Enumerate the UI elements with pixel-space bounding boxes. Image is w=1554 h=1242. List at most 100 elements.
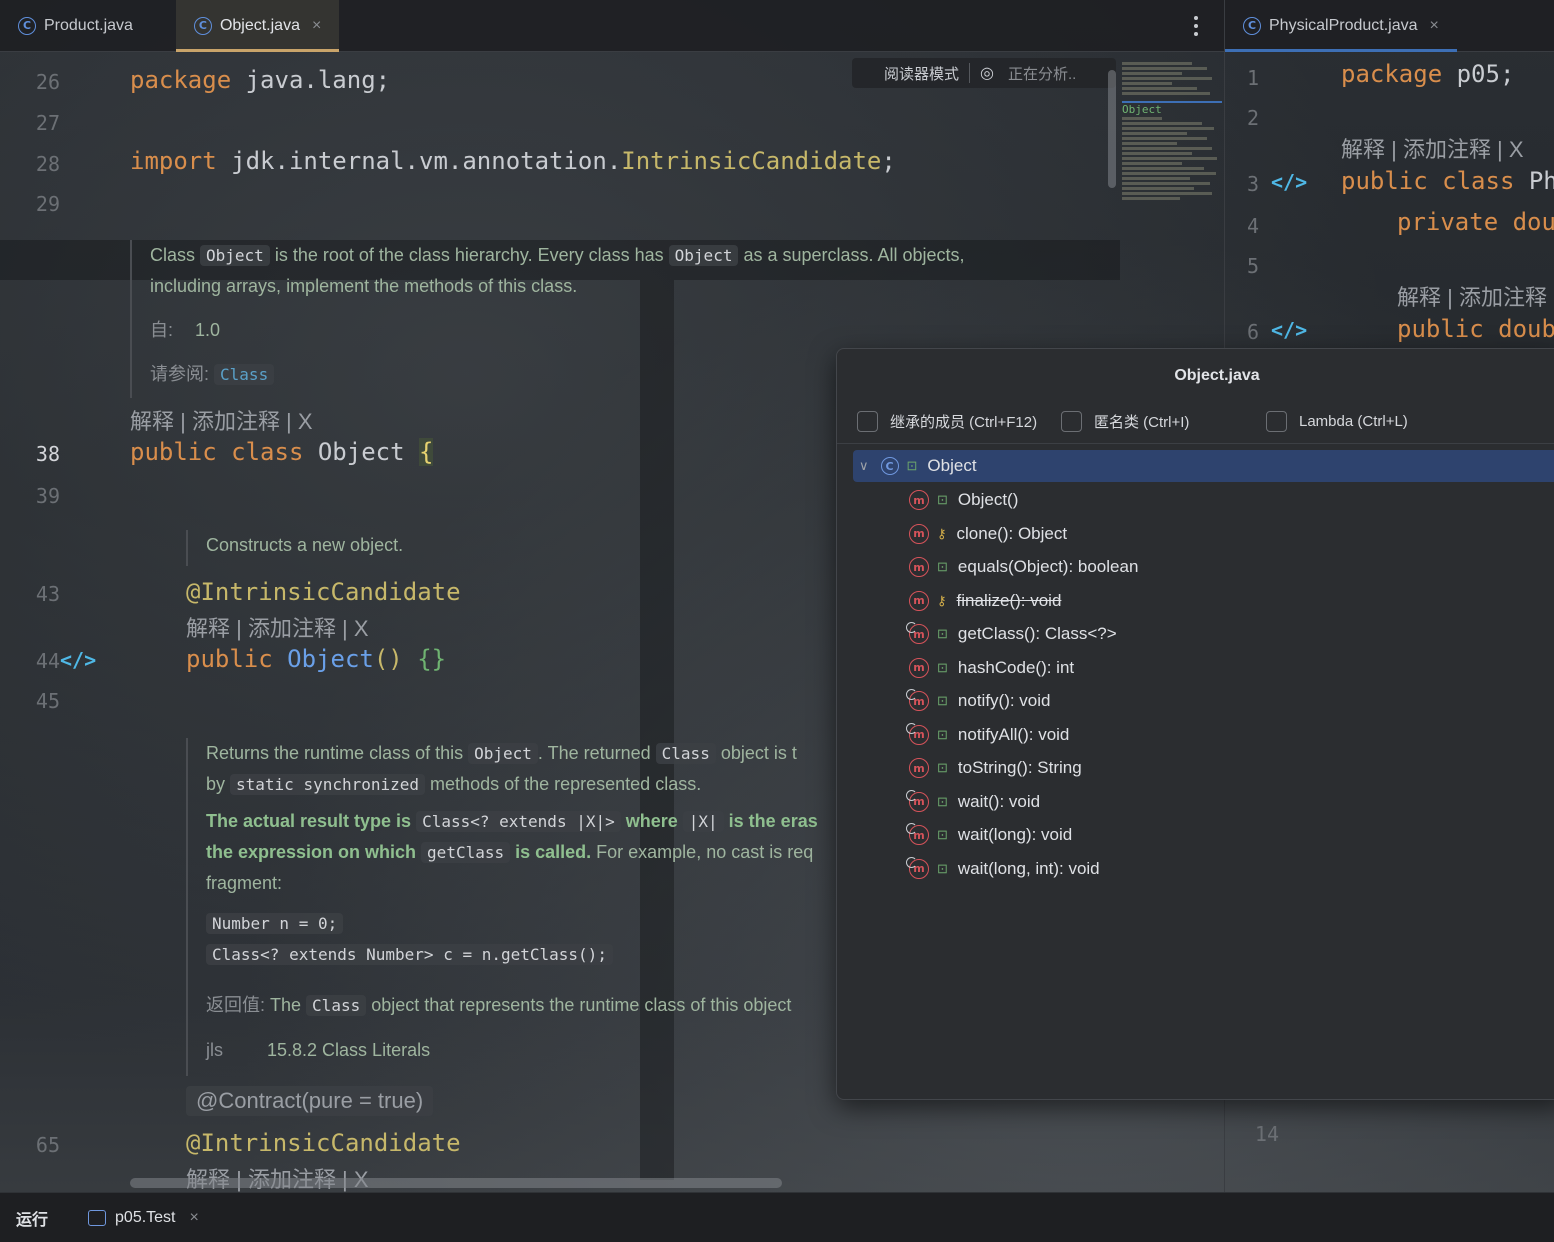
tree-member-item[interactable]: m ⊡ wait(long): void xyxy=(853,819,1554,851)
line-number: 27 xyxy=(35,111,60,135)
run-tab-label[interactable]: p05.Test xyxy=(115,1209,175,1227)
public-icon: ⊡ xyxy=(937,492,948,507)
checkbox[interactable] xyxy=(857,411,878,432)
doc-code: Class xyxy=(655,743,716,764)
method-icon: m xyxy=(909,490,929,510)
tree-member-item[interactable]: m ⊡ notifyAll(): void xyxy=(853,719,1554,751)
analyzing-status: 正在分析.. xyxy=(1007,65,1077,83)
code-vision-hint[interactable]: 解释 | 添加注释 xyxy=(1397,280,1547,312)
bottom-tool-bar: 运行 p05.Test × xyxy=(0,1192,1554,1242)
filter-label: Lambda (Ctrl+L) xyxy=(1299,413,1408,430)
reader-mode-button[interactable]: 阅读器模式 xyxy=(884,63,959,84)
class-icon: C xyxy=(18,16,36,35)
line-number: 29 xyxy=(35,192,60,216)
line-number: 43 xyxy=(35,582,60,606)
filter-anonymous-classes[interactable]: 匿名类 (Ctrl+I) xyxy=(1061,411,1189,432)
doc-text: fragment: xyxy=(206,873,283,893)
checkbox[interactable] xyxy=(1266,411,1287,432)
run-tool-label[interactable]: 运行 xyxy=(16,1206,48,1230)
doc-text: including arrays, implement the methods … xyxy=(150,276,578,296)
code-line-package: package java.lang; xyxy=(130,66,390,94)
doc-code: Object xyxy=(668,245,739,266)
tree-member-item[interactable]: m ⊡ Object() xyxy=(853,484,1554,516)
import-class: IntrinsicCandidate xyxy=(621,147,882,175)
line-number: 3 xyxy=(1246,172,1259,196)
line-number: 6 xyxy=(1246,320,1259,344)
public-icon: ⊡ xyxy=(937,659,948,675)
doc-text: as a superclass. All objects, xyxy=(738,245,965,265)
doc-text: methods of the represented class. xyxy=(425,774,702,794)
public-icon: ⊡ xyxy=(937,827,948,842)
method-icon: m xyxy=(906,823,929,845)
method-icon: m xyxy=(909,657,929,678)
chevron-down-icon[interactable]: ∨ xyxy=(859,458,869,474)
tree-member-item[interactable]: m ⊡ wait(): void xyxy=(853,786,1554,818)
code-line-class-decl: public class Object { xyxy=(130,438,434,466)
code-line-import: import jdk.internal.vm.annotation.Intrin… xyxy=(130,147,896,175)
implementation-link-icon[interactable]: </> xyxy=(60,648,96,672)
implementation-link-icon[interactable]: </> xyxy=(1271,170,1307,194)
method-icon: m xyxy=(906,856,929,879)
tree-member-item[interactable]: m ⊡ toString(): String xyxy=(853,752,1554,784)
doc-code: |X| xyxy=(682,811,724,832)
more-options-icon[interactable] xyxy=(1186,14,1206,38)
close-icon[interactable]: × xyxy=(1430,17,1439,35)
method-name: Object xyxy=(272,645,374,673)
eye-slash-icon[interactable]: ◎ xyxy=(980,63,994,83)
line-number: 65 xyxy=(35,1133,60,1157)
minimap-label: Object xyxy=(1122,101,1222,116)
code-vision-hint[interactable]: 解释 | 添加注释 | X xyxy=(1341,132,1524,164)
parens: () xyxy=(373,645,403,673)
tree-label: clone(): Object xyxy=(956,523,1068,543)
doc-code: Class xyxy=(306,995,367,1016)
tree-member-item[interactable]: m ⊡ equals(Object): boolean xyxy=(853,551,1554,583)
close-icon[interactable]: × xyxy=(190,1209,199,1227)
implementation-link-icon[interactable]: </> xyxy=(1271,318,1307,342)
line-number: 39 xyxy=(35,484,60,508)
keyword: package xyxy=(130,66,232,94)
method-icon: m xyxy=(909,557,929,577)
horizontal-scrollbar[interactable] xyxy=(130,1178,782,1188)
semicolon: ; xyxy=(881,147,896,175)
method-icon: m xyxy=(906,689,929,711)
code-vision-hint[interactable]: 解释 | 添加注释 | X xyxy=(130,404,313,436)
doc-text: by xyxy=(206,774,231,794)
minimap[interactable]: Object xyxy=(1122,60,1222,202)
filter-label: 继承的成员 (Ctrl+F12) xyxy=(890,414,1038,431)
doc-jls-value: 15.8.2 Class Literals xyxy=(267,1040,431,1060)
tree-member-item[interactable]: m ⊡ wait(long, int): void xyxy=(853,853,1554,885)
vertical-scrollbar[interactable] xyxy=(1108,70,1116,188)
tab-physicalproduct-java[interactable]: C PhysicalProduct.java × xyxy=(1225,0,1457,52)
line-number: 44 xyxy=(35,649,60,673)
filter-inherited-members[interactable]: 继承的成员 (Ctrl+F12) xyxy=(857,411,1037,432)
method-icon: m xyxy=(909,523,929,544)
filter-lambdas[interactable]: Lambda (Ctrl+L) xyxy=(1266,411,1408,432)
checkbox[interactable] xyxy=(1061,411,1082,432)
doc-text: object that represents the runtime class… xyxy=(366,995,792,1015)
tree-member-item[interactable]: m ⊡ notify(): void xyxy=(853,685,1554,717)
tree-member-item[interactable]: m ⊡ hashCode(): int xyxy=(853,652,1554,684)
keyword: public xyxy=(1341,167,1428,195)
package-name: java.lang; xyxy=(231,66,391,94)
code-text: doub xyxy=(1483,315,1554,343)
code-line: private dou xyxy=(1397,208,1554,236)
tab-product-java[interactable]: C Product.java xyxy=(0,0,151,51)
code-vision-hint[interactable]: 解释 | 添加注释 | X xyxy=(186,611,369,643)
doc-code: getClass xyxy=(421,842,511,863)
tab-object-java[interactable]: C Object.java × xyxy=(175,0,340,52)
public-icon: ⊡ xyxy=(937,559,948,574)
tree-label: hashCode(): int xyxy=(957,657,1075,677)
close-icon[interactable]: × xyxy=(312,17,321,35)
keyword: public xyxy=(186,645,273,673)
tree-root-object[interactable]: ∨ C ⊡ Object xyxy=(853,450,1554,482)
keyword: private xyxy=(1397,208,1499,236)
tab-label: PhysicalProduct.java xyxy=(1269,16,1418,34)
doc-see-link[interactable]: Class xyxy=(214,364,275,385)
public-icon: ⊡ xyxy=(937,860,948,876)
tree-member-item[interactable]: m ⚷ finalize(): void xyxy=(853,585,1554,617)
tree-member-item[interactable]: m ⊡ getClass(): Class<?> xyxy=(853,618,1554,650)
doc-returns-label: 返回值: xyxy=(206,995,266,1015)
line-number: 2 xyxy=(1246,106,1259,130)
tree-label: wait(long, int): void xyxy=(957,858,1100,878)
tree-member-item[interactable]: m ⚷ clone(): Object xyxy=(853,518,1554,550)
